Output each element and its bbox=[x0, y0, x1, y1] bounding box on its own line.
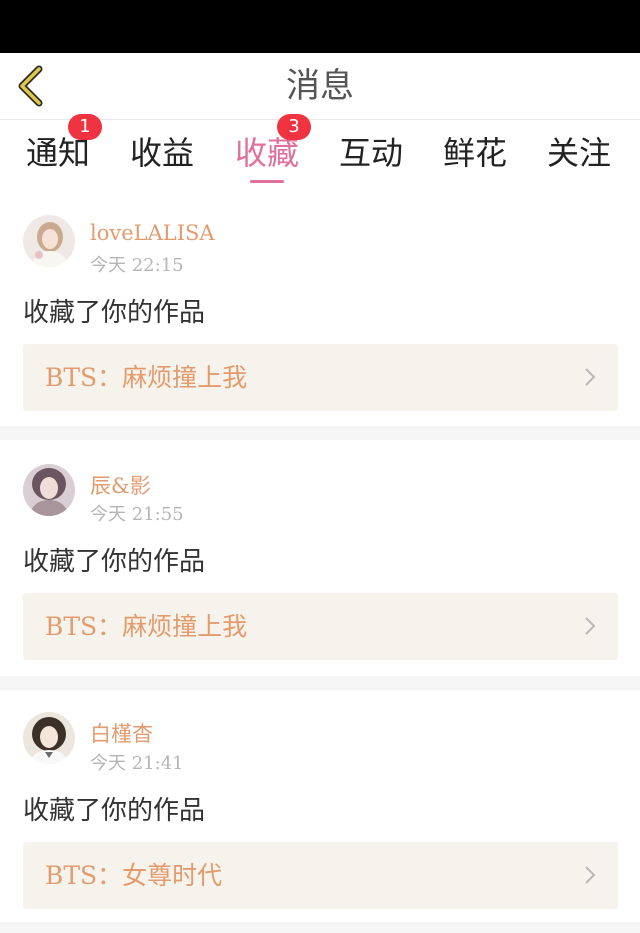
user-avatar-icon bbox=[23, 712, 75, 764]
tab-label: 鲜花 bbox=[442, 134, 507, 172]
notification-badge: 1 bbox=[68, 114, 102, 140]
timestamp: 今天 21:41 bbox=[90, 753, 184, 774]
notification-badge: 3 bbox=[277, 114, 311, 140]
tab-bar: 通知 1 收益 收藏 3 互动 鲜花 关注 bbox=[0, 114, 640, 188]
divider bbox=[0, 676, 640, 690]
divider bbox=[0, 426, 640, 440]
username[interactable]: 白槿杳 bbox=[90, 718, 153, 748]
tab-favorites[interactable]: 收藏 3 bbox=[215, 114, 319, 188]
tab-notifications[interactable]: 通知 1 bbox=[6, 114, 110, 188]
message-item: loveLALISA 今天 22:15 收藏了你的作品 BTS：麻烦撞上我 bbox=[0, 188, 640, 426]
action-text: 收藏了你的作品 bbox=[23, 298, 206, 328]
avatar[interactable] bbox=[23, 464, 75, 516]
tab-follows[interactable]: 关注 bbox=[527, 120, 631, 188]
work-link[interactable]: BTS：麻烦撞上我 bbox=[23, 344, 618, 411]
work-title: BTS：麻烦撞上我 bbox=[45, 363, 248, 392]
action-text: 收藏了你的作品 bbox=[23, 796, 206, 826]
avatar[interactable] bbox=[23, 712, 75, 764]
chevron-right-icon bbox=[585, 617, 596, 635]
tab-flowers[interactable]: 鲜花 bbox=[423, 120, 527, 188]
work-title: BTS：麻烦撞上我 bbox=[45, 612, 248, 641]
status-bar bbox=[0, 0, 640, 53]
action-text: 收藏了你的作品 bbox=[23, 547, 206, 577]
active-tab-indicator bbox=[250, 180, 284, 183]
user-avatar-icon bbox=[23, 215, 75, 267]
tab-label: 互动 bbox=[338, 134, 403, 172]
page-title: 消息 bbox=[286, 66, 354, 106]
timestamp: 今天 22:15 bbox=[90, 255, 184, 276]
tab-earnings[interactable]: 收益 bbox=[110, 120, 214, 188]
work-link[interactable]: BTS：麻烦撞上我 bbox=[23, 593, 618, 660]
username[interactable]: 辰&影 bbox=[90, 470, 151, 500]
tab-label: 关注 bbox=[546, 134, 611, 172]
timestamp: 今天 21:55 bbox=[90, 504, 184, 525]
user-avatar-icon bbox=[23, 464, 75, 516]
nav-bar: 消息 bbox=[0, 53, 640, 120]
work-title: BTS：女尊时代 bbox=[45, 861, 223, 890]
message-item: 辰&影 今天 21:55 收藏了你的作品 BTS：麻烦撞上我 bbox=[0, 440, 640, 676]
avatar[interactable] bbox=[23, 215, 75, 267]
chevron-right-icon bbox=[585, 866, 596, 884]
username[interactable]: loveLALISA bbox=[90, 221, 215, 245]
tab-label: 收益 bbox=[129, 134, 194, 172]
tab-interactions[interactable]: 互动 bbox=[319, 120, 423, 188]
work-link[interactable]: BTS：女尊时代 bbox=[23, 842, 618, 909]
message-item: 白槿杳 今天 21:41 收藏了你的作品 BTS：女尊时代 bbox=[0, 690, 640, 922]
divider bbox=[0, 922, 640, 933]
chevron-right-icon bbox=[585, 368, 596, 386]
